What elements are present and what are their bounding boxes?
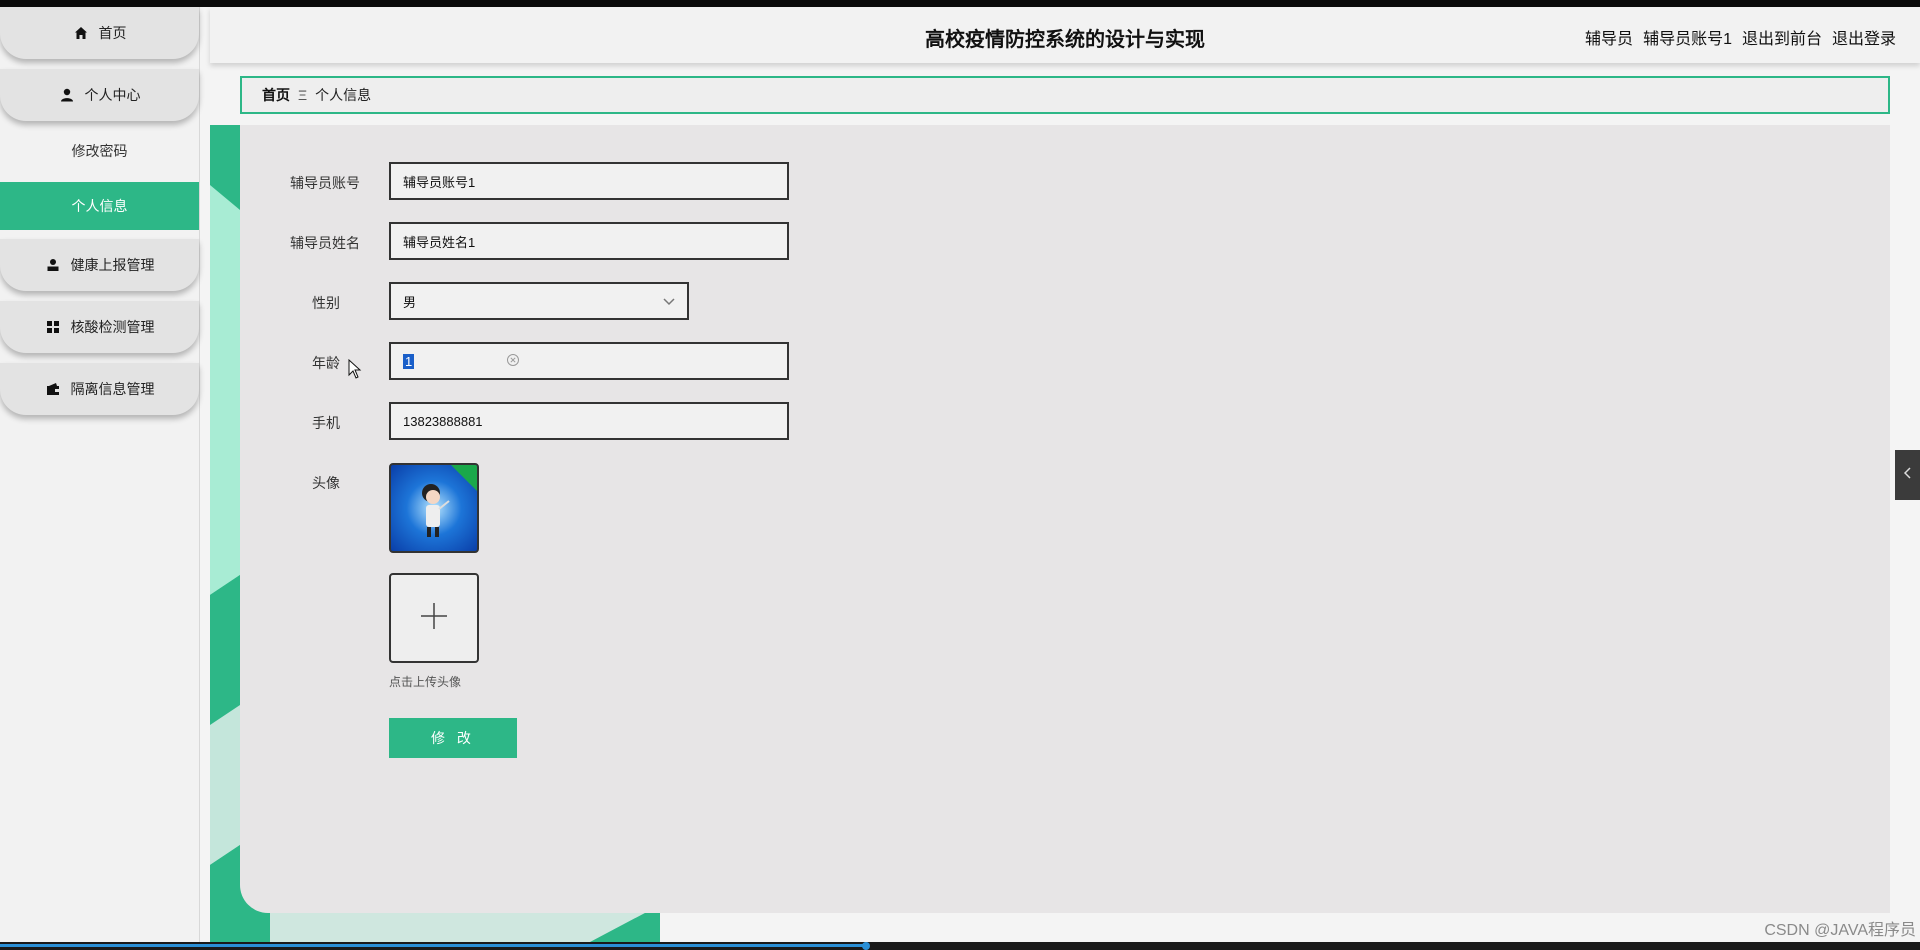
name-label: 辅导员姓名 [290,235,360,251]
breadcrumb: 首页 Ξ 个人信息 [240,76,1890,114]
mouse-cursor-icon [348,358,362,384]
logout-link[interactable]: 退出登录 [1832,25,1896,49]
sidebar-item-label: 首页 [98,25,127,41]
collapse-panel-button[interactable] [1895,450,1920,500]
progress-handle[interactable] [862,942,870,950]
phone-value: 13823888881 [403,413,483,429]
gender-value: 男 [403,294,417,310]
submit-button[interactable]: 修 改 [389,718,517,758]
age-label: 年龄 [312,355,340,371]
phone-label: 手机 [312,415,340,431]
user-role: 辅导员 [1585,31,1634,48]
sidebar-item-nucleic-test[interactable]: 核酸检测管理 [0,301,199,353]
sidebar-item-quarantine[interactable]: 隔离信息管理 [0,363,199,415]
sidebar-item-health-report[interactable]: 健康上报管理 [0,239,199,291]
sidebar-item-label: 个人中心 [84,87,141,103]
gender-select[interactable]: 男 [389,282,689,320]
sidebar-subitem-label: 修改密码 [71,143,128,159]
home-icon [73,25,89,41]
grid-icon [45,319,61,335]
sidebar: 首页 个人中心 修改密码 个人信息 健康上报管理 核酸检测管理 隔离信息管理 [0,7,200,942]
watermark: CSDN @JAVA程序员 [1764,922,1916,939]
breadcrumb-current: 个人信息 [315,87,372,103]
avatar-label: 头像 [312,475,340,491]
age-input[interactable]: 1 [389,342,789,380]
sidebar-subitem-change-password[interactable]: 修改密码 [0,127,199,175]
sidebar-subitem-label: 个人信息 [71,198,128,214]
chevron-down-icon [661,293,677,309]
phone-input[interactable]: 13823888881 [389,402,789,440]
sidebar-item-label: 健康上报管理 [70,257,155,273]
main-panel: 辅导员账号 辅导员账号1 辅导员姓名 辅导员姓名1 性别 男 年龄 1 手机 1… [240,125,1890,913]
bottom-progress-bar [0,942,1920,950]
wallet-icon [45,381,61,397]
top-header: 高校疫情防控系统的设计与实现 辅导员 辅导员账号1 退出到前台 退出登录 [210,7,1920,63]
name-input[interactable]: 辅导员姓名1 [389,222,789,260]
exit-to-front-link[interactable]: 退出到前台 [1742,25,1822,49]
plus-icon [419,601,449,636]
avatar-image[interactable] [389,463,479,553]
sidebar-subitem-personal-info[interactable]: 个人信息 [0,182,199,230]
breadcrumb-home[interactable]: 首页 [262,85,290,105]
user-icon [59,87,75,103]
account-label: 辅导员账号 [290,175,360,191]
account-value: 辅导员账号1 [403,174,476,190]
top-border [0,0,1920,7]
app-window: 首页 个人中心 修改密码 个人信息 健康上报管理 核酸检测管理 隔离信息管理 高… [0,7,1920,942]
chevron-left-icon [1903,466,1913,485]
upload-avatar-button[interactable] [389,573,479,663]
name-value: 辅导员姓名1 [403,234,476,250]
sidebar-item-label: 隔离信息管理 [70,381,155,397]
person-icon [45,257,61,273]
sidebar-item-personal-center[interactable]: 个人中心 [0,69,199,121]
account-input[interactable]: 辅导员账号1 [389,162,789,200]
header-user-area: 辅导员 辅导员账号1 退出到前台 退出登录 [1585,25,1896,49]
breadcrumb-separator: Ξ [298,87,308,103]
gender-label: 性别 [312,295,340,311]
sidebar-item-label: 核酸检测管理 [70,319,155,335]
sidebar-item-home[interactable]: 首页 [0,7,199,59]
progress-fill [0,944,866,947]
clear-icon[interactable] [506,353,520,370]
upload-hint: 点击上传头像 [389,675,462,689]
age-value: 1 [403,353,415,369]
user-name: 辅导员账号1 [1643,31,1732,48]
